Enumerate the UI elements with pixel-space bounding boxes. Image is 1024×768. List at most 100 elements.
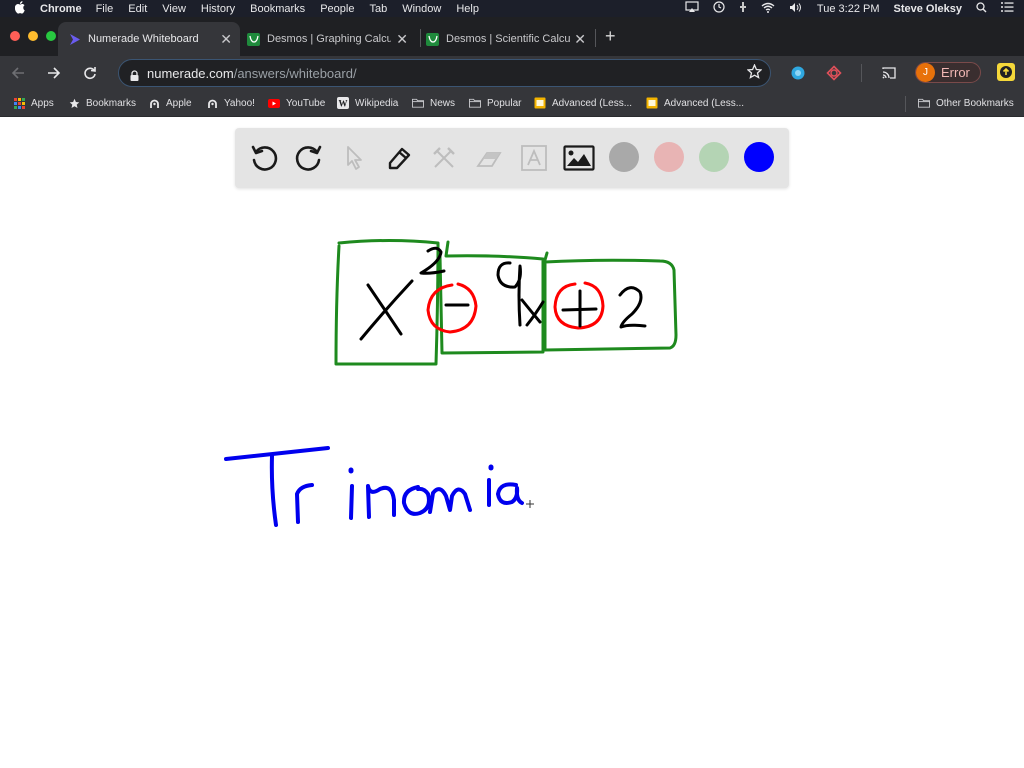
- bookmark-apps[interactable]: Apps: [13, 97, 54, 109]
- eraser-tool-button[interactable]: [472, 141, 506, 175]
- tab-strip: Numerade Whiteboard ✕ Desmos | Graphing …: [0, 17, 1024, 56]
- color-swatch-green[interactable]: [699, 142, 729, 172]
- eraser-icon: [476, 152, 502, 167]
- ink-r: [295, 483, 314, 524]
- folder-icon: [412, 97, 424, 109]
- close-tab-icon[interactable]: ✕: [220, 31, 232, 48]
- color-swatch-blue[interactable]: [744, 142, 774, 172]
- bookmark-label: Apple: [166, 97, 192, 109]
- menu-people[interactable]: People: [320, 3, 354, 15]
- profile-button[interactable]: J Error: [915, 62, 981, 83]
- select-tool-button[interactable]: [337, 141, 371, 175]
- bookmark-apple[interactable]: Apple: [148, 97, 192, 109]
- desmos-logo-icon: [426, 32, 439, 46]
- whiteboard-canvas[interactable]: [0, 118, 1024, 768]
- menu-edit[interactable]: Edit: [128, 3, 147, 15]
- ink-nine: [496, 261, 522, 327]
- minimize-window-button[interactable]: [28, 31, 38, 41]
- text-tool-button[interactable]: [517, 141, 551, 175]
- cast-icon[interactable]: [881, 65, 897, 81]
- bookmark-label: Bookmarks: [86, 97, 137, 109]
- ink-x-stroke-2: [359, 279, 414, 341]
- shape-tools-button[interactable]: [427, 141, 461, 175]
- reload-icon: [84, 67, 96, 80]
- desmos-logo-icon: [247, 32, 260, 46]
- menu-view[interactable]: View: [162, 3, 186, 15]
- reload-button[interactable]: [80, 63, 100, 83]
- undo-button[interactable]: [247, 141, 281, 175]
- wifi-icon[interactable]: [761, 2, 775, 16]
- menu-clock[interactable]: Tue 3:22 PM: [817, 3, 880, 15]
- text-a-icon: [521, 145, 547, 171]
- notification-center-icon[interactable]: [1001, 2, 1014, 15]
- bookmark-popular[interactable]: Popular: [469, 97, 521, 109]
- pointer-arrow-icon: [347, 146, 362, 170]
- tab-title: Desmos | Graphing Calculat: [267, 33, 391, 45]
- bookmark-advanced-1[interactable]: Advanced (Less...: [534, 97, 632, 109]
- bookmarks-separator: [905, 96, 906, 112]
- globe-icon: [206, 97, 218, 109]
- menu-window[interactable]: Window: [402, 3, 441, 15]
- extension-blue-icon[interactable]: [790, 65, 806, 81]
- lock-icon[interactable]: [130, 68, 139, 81]
- crosshair-cursor-icon: [526, 500, 534, 508]
- menu-tab[interactable]: Tab: [369, 3, 387, 15]
- svg-text:W: W: [339, 99, 348, 109]
- apple-menu-icon[interactable]: [14, 0, 29, 17]
- extension-red-icon[interactable]: [826, 65, 842, 81]
- ink-m: [428, 487, 472, 514]
- update-chrome-button[interactable]: [997, 63, 1015, 81]
- menu-help[interactable]: Help: [456, 3, 479, 15]
- bookmark-label: YouTube: [286, 97, 326, 109]
- close-window-button[interactable]: [10, 31, 20, 41]
- address-bar[interactable]: numerade.com/answers/whiteboard/: [118, 59, 771, 87]
- bookmark-star-icon[interactable]: [746, 63, 763, 83]
- image-tool-button[interactable]: [562, 141, 596, 175]
- new-tab-button[interactable]: +: [605, 26, 616, 47]
- bookmark-label: Yahoo!: [224, 97, 255, 109]
- profile-status: Error: [941, 65, 970, 80]
- bookmark-other-bookmarks[interactable]: Other Bookmarks: [918, 97, 1014, 109]
- whiteboard-toolbar: [235, 128, 789, 188]
- pen-tool-button[interactable]: [382, 141, 416, 175]
- url-text[interactable]: numerade.com/answers/whiteboard/: [147, 66, 357, 81]
- bookmark-news[interactable]: News: [412, 97, 455, 109]
- bookmark-bookmarks[interactable]: Bookmarks: [68, 97, 136, 109]
- tab-title: Desmos | Scientific Calculat: [446, 33, 570, 45]
- menu-file[interactable]: File: [96, 3, 114, 15]
- zoom-window-button[interactable]: [46, 31, 56, 41]
- screen-mirroring-icon[interactable]: [685, 1, 699, 16]
- ink-red-circle-minus: [426, 282, 478, 334]
- color-swatch-gray[interactable]: [609, 142, 639, 172]
- menu-user[interactable]: Steve Oleksy: [894, 3, 963, 15]
- avatar: J: [916, 63, 935, 82]
- bookmark-label: Other Bookmarks: [936, 97, 1014, 109]
- window-controls: [10, 31, 56, 41]
- ink-i1-stem: [349, 484, 354, 520]
- tab-desmos-graphing[interactable]: Desmos | Graphing Calculat ✕: [240, 22, 420, 56]
- pencil-icon: [388, 147, 411, 170]
- ink-o: [401, 485, 431, 516]
- close-tab-icon[interactable]: ✕: [574, 31, 586, 48]
- volume-icon[interactable]: [789, 2, 803, 16]
- bookmark-advanced-2[interactable]: Advanced (Less...: [646, 97, 744, 109]
- wikipedia-icon: W: [337, 97, 349, 109]
- menu-history[interactable]: History: [201, 3, 235, 15]
- tab-numerade-whiteboard[interactable]: Numerade Whiteboard ✕: [58, 22, 240, 56]
- time-machine-icon[interactable]: [713, 1, 725, 16]
- toolbar-separator: [861, 64, 862, 82]
- bookmark-yahoo[interactable]: Yahoo!: [206, 97, 255, 109]
- spotlight-search-icon[interactable]: [976, 1, 987, 16]
- menu-app-name[interactable]: Chrome: [40, 3, 82, 15]
- back-button[interactable]: [8, 63, 28, 83]
- tools-icon: [433, 147, 455, 168]
- redo-button[interactable]: [292, 141, 326, 175]
- menu-bookmarks[interactable]: Bookmarks: [250, 3, 305, 15]
- status-icon[interactable]: [739, 1, 747, 16]
- forward-button[interactable]: [44, 63, 64, 83]
- bookmark-youtube[interactable]: YouTube: [268, 97, 325, 109]
- bookmark-wikipedia[interactable]: W Wikipedia: [337, 97, 398, 109]
- tab-desmos-scientific[interactable]: Desmos | Scientific Calculat ✕: [420, 22, 600, 56]
- close-tab-icon[interactable]: ✕: [396, 31, 408, 48]
- color-swatch-pink[interactable]: [654, 142, 684, 172]
